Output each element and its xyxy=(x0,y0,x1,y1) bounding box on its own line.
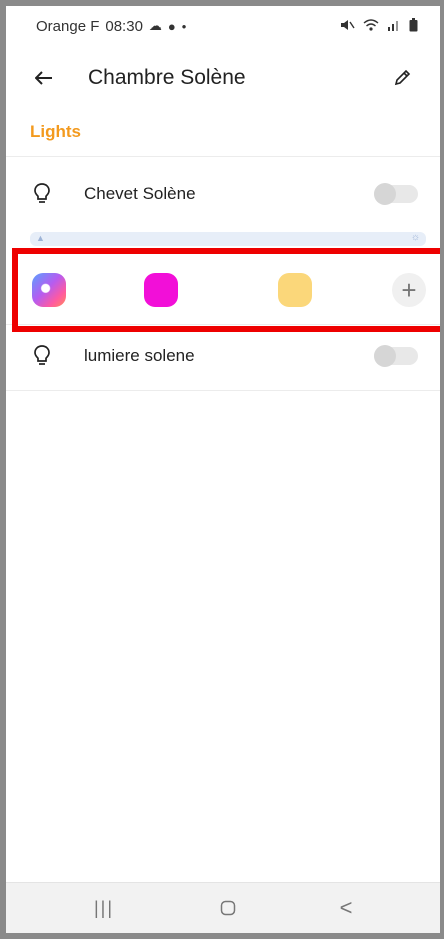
lightbulb-icon xyxy=(34,345,50,365)
divider xyxy=(6,390,440,391)
wifi-icon xyxy=(363,18,379,35)
brightness-high-icon: ☼ xyxy=(410,232,420,243)
light-toggle[interactable] xyxy=(374,345,418,367)
brightness-low-icon: ▲ xyxy=(36,233,45,243)
home-icon xyxy=(220,900,236,916)
status-bar: Orange F 08:30 ☁ ● • xyxy=(6,6,440,46)
phone-screen: Orange F 08:30 ☁ ● • Chambre Solène Ligh… xyxy=(0,0,444,939)
navigation-bar: ||| < xyxy=(6,882,440,933)
arrow-left-icon xyxy=(35,71,52,85)
mute-icon xyxy=(339,18,355,35)
light-item[interactable]: Chevet Solène xyxy=(6,164,440,224)
page-title: Chambre Solène xyxy=(88,66,246,89)
status-left: Orange F 08:30 ☁ ● • xyxy=(36,18,186,35)
toggle-knob xyxy=(374,183,396,205)
pencil-icon xyxy=(394,69,411,86)
highlight-box xyxy=(12,248,440,332)
signal-icon xyxy=(387,18,401,35)
status-right xyxy=(339,17,418,35)
toggle-knob xyxy=(374,345,396,367)
battery-icon xyxy=(409,17,418,35)
light-name: Chevet Solène xyxy=(84,184,196,203)
back-button[interactable] xyxy=(28,62,60,94)
section-title-lights: Lights xyxy=(30,122,81,141)
light-item[interactable]: lumiere solene xyxy=(6,326,440,386)
nav-back-button[interactable]: < xyxy=(326,893,366,923)
carrier-label: Orange F xyxy=(36,17,100,35)
time-label: 08:30 xyxy=(105,17,143,35)
light-toggle[interactable] xyxy=(374,183,418,205)
lightbulb-icon xyxy=(34,183,50,203)
brightness-slider[interactable]: ▲ ☼ xyxy=(30,232,426,246)
cloud-icon: ☁ xyxy=(148,18,162,33)
home-button[interactable] xyxy=(208,893,248,923)
edit-button[interactable] xyxy=(386,62,418,94)
app-header: Chambre Solène xyxy=(6,56,440,100)
recent-apps-button[interactable]: ||| xyxy=(84,893,124,923)
divider xyxy=(6,156,440,157)
leaf-icon: ● xyxy=(167,18,176,34)
light-name: lumiere solene xyxy=(84,346,195,365)
dot-icon: • xyxy=(181,18,187,34)
